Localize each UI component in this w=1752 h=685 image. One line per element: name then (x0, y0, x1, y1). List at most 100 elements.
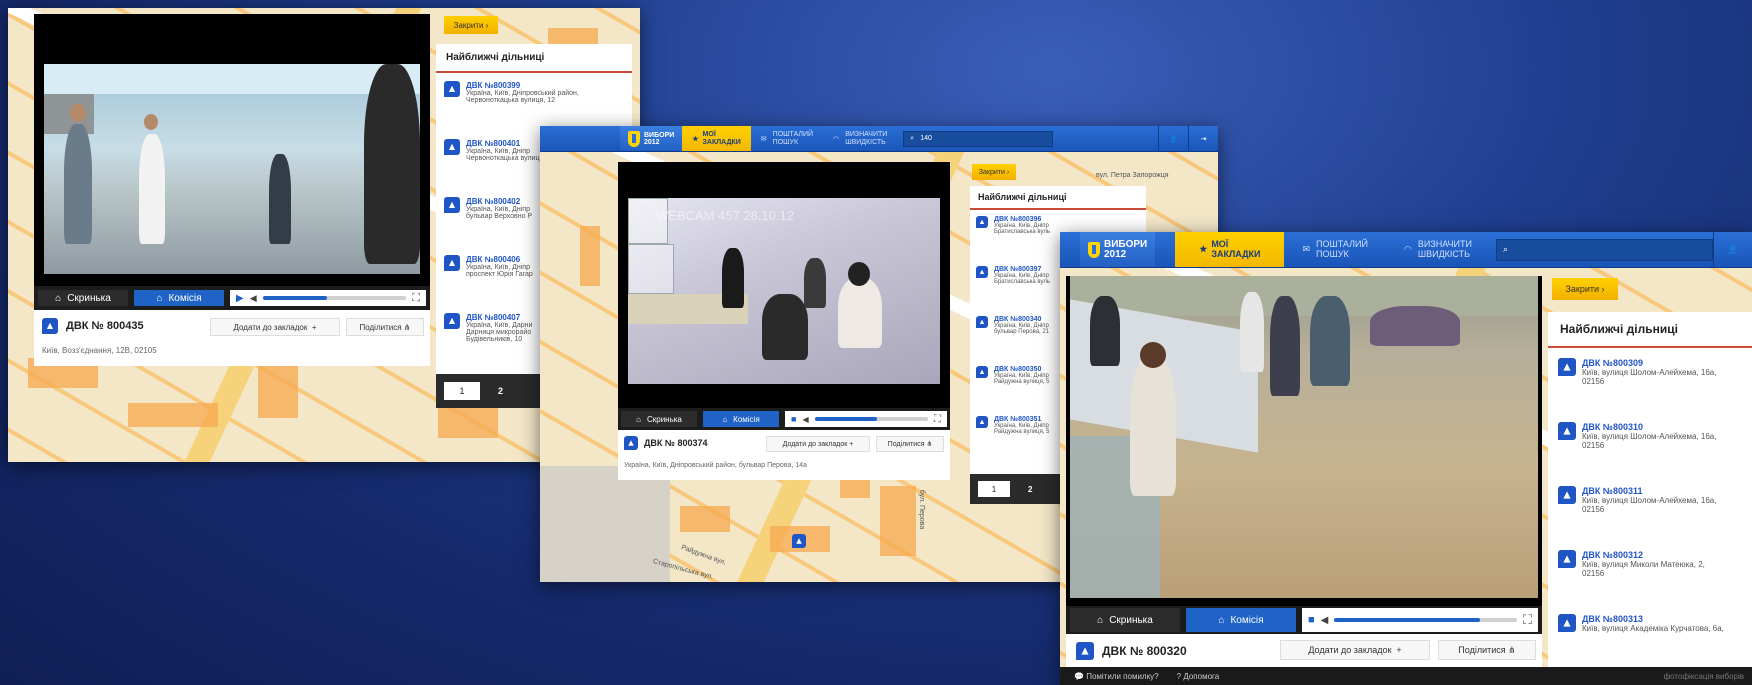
station-list-address: Україна, Київ, Дніпр (466, 264, 530, 271)
search-field[interactable]: ⌕ 140 (903, 130, 1054, 147)
volume-icon[interactable]: ◀ (250, 293, 257, 304)
logout-button[interactable]: ⇥ (1188, 126, 1218, 151)
top-navigation-bar: ВИБОРИ 2012 ★ МОЇ ЗАКЛАДКИ ✉ ПОШТАЛИЙ ПОШУК… (1060, 232, 1752, 268)
report-error-link[interactable]: 💬 Помітили помилку? (1074, 672, 1159, 681)
polling-station-marker-icon (976, 216, 988, 228)
add-bookmark-button[interactable]: Додати до закладок + (766, 436, 870, 452)
volume-slider[interactable] (814, 417, 928, 421)
footer-bar: 💬 Помітили помилку? ? Допомога фотофікса… (1060, 667, 1752, 685)
close-button[interactable]: Закрити › (1552, 278, 1618, 300)
user-button[interactable]: 👤 (1712, 232, 1752, 267)
polling-station-marker-icon (1558, 486, 1576, 504)
plus-icon: + (849, 440, 854, 448)
vybory-logo[interactable]: ВИБОРИ 2012 (1080, 232, 1156, 267)
add-bookmark-button[interactable]: Додати до закладок + (210, 318, 340, 336)
tab-commission[interactable]: ⌂ Комісія (134, 290, 224, 306)
page-1-button[interactable]: 1 (978, 481, 1010, 497)
station-list-title: ДВК №800313 (1582, 614, 1643, 624)
station-list-title: ДВК №800407 (466, 313, 521, 322)
map-station-marker-icon[interactable] (792, 534, 806, 548)
station-list-address: Братиславська вуль (994, 229, 1050, 235)
postal-search-tab[interactable]: ✉ ПОШТАЛИЙ ПОШУК (751, 126, 823, 151)
postal-search-tab[interactable]: ✉ ПОШТАЛИЙ ПОШУК (1284, 232, 1386, 267)
share-icon: ⋔ (403, 322, 411, 332)
search-field[interactable]: ⌕ (1495, 238, 1713, 261)
station-list-item[interactable]: ДВК №800312 Київ, вулиця Миколи Матеюка, … (1548, 540, 1752, 604)
video-frame[interactable]: WEBCAM 457 28.10.12 (628, 198, 940, 384)
search-input[interactable]: 140 (920, 135, 932, 142)
station-list-item[interactable]: ДВК №800399 Україна, Київ, Дніпровський р… (436, 73, 632, 131)
my-bookmarks-tab[interactable]: ★ МОЇ ЗАКЛАДКИ (682, 126, 751, 151)
page-2-button[interactable]: 2 (1028, 485, 1032, 494)
stop-icon[interactable]: ■ (1308, 614, 1315, 626)
polling-station-marker-icon (444, 81, 460, 97)
camera-icon: ⌂ (55, 292, 62, 304)
video-frame[interactable] (1070, 276, 1538, 598)
info-panel: ДВК № 800435 Додати до закладок + Поділи… (34, 310, 430, 366)
fullscreen-icon[interactable]: ⛶ (934, 414, 941, 425)
station-list-item[interactable]: ДВК №800311 Київ, вулиця Шолом-Алейхема, … (1548, 476, 1752, 540)
volume-icon[interactable]: ◀ (1321, 615, 1329, 626)
info-panel: ДВК № 800374 Додати до закладок + Поділи… (618, 430, 950, 480)
tab-commission[interactable]: ⌂ Комісія (703, 411, 779, 427)
help-link[interactable]: ? Допомога (1177, 672, 1220, 681)
player-controls: ⌂ Скринька ⌂ Комісія ▶ ◀ ⛶ (34, 286, 430, 310)
volume-slider[interactable] (1334, 618, 1517, 622)
polling-station-marker-icon (976, 416, 988, 428)
tab-commission[interactable]: ⌂ Комісія (1186, 608, 1296, 632)
tab-ballot-box[interactable]: ⌂ Скринька (621, 411, 697, 427)
speed-test-tab[interactable]: ◠ ВИЗНАЧИТИ ШВИДКІСТЬ (1386, 232, 1490, 267)
tab-ballot-box[interactable]: ⌂ Скринька (1070, 608, 1180, 632)
close-button[interactable]: Закрити › (972, 164, 1016, 180)
polling-station-marker-icon (624, 436, 638, 450)
street-label: вул. Петра Запорожця (1096, 172, 1169, 179)
share-button[interactable]: Поділитися ⋔ (1438, 640, 1536, 660)
video-player[interactable]: ⌂ Скринька ⌂ Комісія ▶ ◀ ⛶ (34, 14, 430, 310)
polling-station-marker-icon (976, 316, 988, 328)
my-bookmarks-tab[interactable]: ★ МОЇ ЗАКЛАДКИ (1175, 232, 1285, 267)
fullscreen-icon[interactable]: ⛶ (1523, 612, 1532, 628)
station-list-title: ДВК №800396 (994, 216, 1042, 223)
station-list-address: Червоноткацька вулиц (466, 155, 540, 162)
page-1-button[interactable]: 1 (444, 382, 480, 400)
page-2-button[interactable]: 2 (498, 386, 503, 396)
close-button[interactable]: Закрити › (444, 16, 498, 34)
play-icon[interactable]: ▶ (236, 293, 244, 304)
tab-ballot-box[interactable]: ⌂ Скринька (38, 290, 128, 306)
player-bar: ■ ◀ ⛶ (1302, 608, 1538, 632)
station-title: ДВК № 800320 (1102, 644, 1187, 658)
speed-test-tab[interactable]: ◠ ВИЗНАЧИТИ ШВИДКІСТЬ (823, 126, 897, 151)
add-bookmark-button[interactable]: Додати до закладок + (1280, 640, 1430, 660)
share-button[interactable]: Поділитися ⋔ (346, 318, 424, 336)
screenshot-3: ВИБОРИ 2012 ★ МОЇ ЗАКЛАДКИ ✉ ПОШТАЛИЙ ПОШУК… (1060, 232, 1752, 685)
station-title: ДВК № 800435 (66, 320, 144, 332)
station-list-item[interactable]: ДВК №800309 Київ, вулиця Шолом-Алейхема, … (1548, 348, 1752, 412)
share-button[interactable]: Поділитися ⋔ (876, 436, 944, 452)
volume-icon[interactable]: ◀ (802, 415, 808, 424)
video-player[interactable]: ⌂ Скринька ⌂ Комісія ■ ◀ ⛶ (1066, 276, 1542, 634)
vybory-logo[interactable]: ВИБОРИ 2012 (620, 126, 683, 151)
player-controls: ⌂ Скринька ⌂ Комісія ■ ◀ ⛶ (618, 408, 950, 430)
station-title: ДВК № 800374 (644, 438, 708, 448)
trident-logo-icon (628, 130, 640, 147)
polling-station-marker-icon (444, 313, 460, 329)
station-list-item[interactable]: ДВК №800313 Київ, вулиця Академіка Курчат… (1548, 604, 1752, 668)
stop-icon[interactable]: ■ (791, 414, 796, 424)
video-frame[interactable] (44, 64, 420, 274)
nearest-title: Найближчі дільниці (1548, 312, 1752, 348)
station-list-address: Київ, вулиця Шолом-Алейхема, 16а, (1582, 496, 1717, 505)
station-list-title: ДВК №800397 (994, 266, 1042, 273)
nearest-title: Найближчі дільниці (436, 44, 632, 73)
fullscreen-icon[interactable]: ⛶ (412, 292, 420, 305)
video-player[interactable]: WEBCAM 457 28.10.12 ⌂ Скринька ⌂ Комісія ■… (618, 162, 950, 430)
speedometer-icon: ◠ (833, 135, 840, 143)
station-list-address: Райдужна вулиця, 5 (994, 429, 1050, 435)
station-list-title: ДВК №800406 (466, 255, 521, 264)
station-address: Україна, Київ, Дніпровський район, бульв… (624, 462, 807, 469)
volume-slider[interactable] (262, 296, 407, 300)
webcam-watermark: WEBCAM 457 28.10.12 (656, 208, 795, 223)
user-button[interactable]: 👤 (1158, 126, 1188, 151)
station-list-address: Київ, вулиця Шолом-Алейхема, 16а, (1582, 432, 1717, 441)
station-list-address: 02156 (1582, 441, 1605, 450)
station-list-item[interactable]: ДВК №800310 Київ, вулиця Шолом-Алейхема, … (1548, 412, 1752, 476)
